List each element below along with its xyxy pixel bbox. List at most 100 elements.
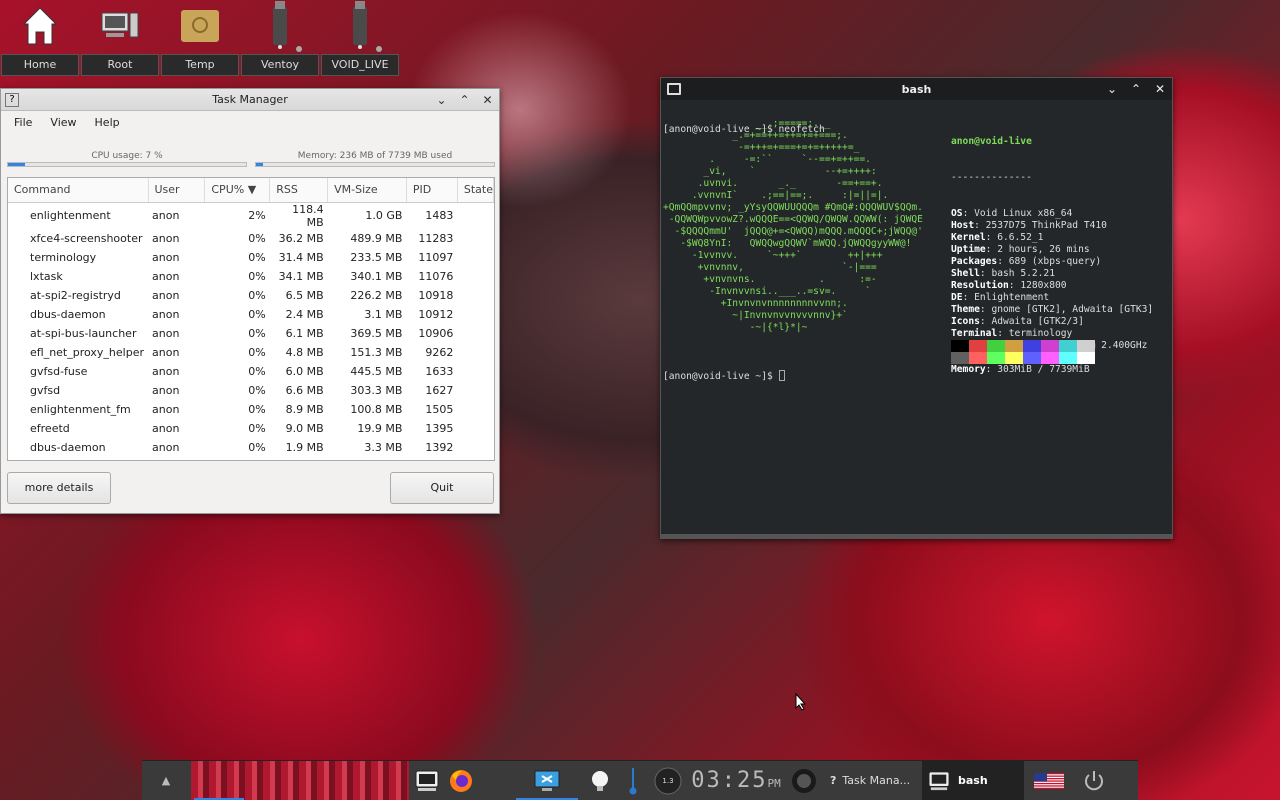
desktop-icon-home[interactable]: Home xyxy=(0,0,80,78)
info-key: Kernel xyxy=(951,232,986,243)
cell-cpu: 0% xyxy=(248,250,266,264)
pager-thumbnails xyxy=(191,760,409,800)
color-palette xyxy=(951,340,1095,364)
cell-command: gvfsd-fuse xyxy=(30,364,88,378)
ascii-line: . -=:`` `--==+=++==. xyxy=(663,154,871,165)
table-row[interactable]: enlightenment_fm anon 0% 8.9 MB 100.8 MB 1505 xyxy=(8,400,494,419)
cell-command: enlightenment_fm xyxy=(30,402,131,416)
launcher-firefox[interactable] xyxy=(444,761,478,800)
table-row[interactable]: terminology anon 0% 31.4 MB 233.5 MB 11097 xyxy=(8,248,494,267)
info-value: : Void Linux x86_64 xyxy=(962,208,1073,219)
cell-user: anon xyxy=(152,307,180,321)
launcher-desktop[interactable] xyxy=(512,761,582,800)
table-row[interactable]: gvfsd anon 0% 6.6 MB 303.3 MB 1627 xyxy=(8,381,494,400)
task-bash[interactable]: bash xyxy=(922,760,1024,800)
cell-command: xfce4-screenshooter xyxy=(30,231,143,245)
info-value: : Adwaita [GTK2/3] xyxy=(979,316,1084,327)
table-row[interactable]: efreetd anon 0% 9.0 MB 19.9 MB 1395 xyxy=(8,419,494,438)
close-button[interactable]: ✕ xyxy=(1148,78,1172,100)
cell-pid: 1633 xyxy=(425,364,454,378)
column-user[interactable]: User xyxy=(148,178,206,203)
desktop-pager[interactable] xyxy=(190,760,410,800)
us-flag-icon xyxy=(1034,772,1064,789)
table-row[interactable]: dbus-daemon anon 0% 2.4 MB 3.1 MB 10912 xyxy=(8,305,494,324)
window-titlebar[interactable]: bash ⌄ ⌃ ✕ xyxy=(661,78,1172,100)
cell-cpu: 2% xyxy=(248,209,266,222)
quit-button[interactable]: Quit xyxy=(390,472,494,504)
column-command[interactable]: Command xyxy=(8,178,149,203)
table-row[interactable]: xfce4-screenshooter anon 0% 36.2 MB 489.9 MB… xyxy=(8,229,494,248)
thermometer-icon xyxy=(629,767,637,794)
clock[interactable]: 03:25PM xyxy=(688,761,784,800)
window-title: bash xyxy=(901,82,932,96)
ascii-line: -$WQ8YnI: QWQQwgQQWV`mWQQ.jQWQQgyyWW@! xyxy=(663,238,912,249)
desktop-icon-void-live[interactable]: VOID_LIVE xyxy=(320,0,400,78)
table-row[interactable]: dbus-launchanon0%1.6 MB4.3 MB1391 xyxy=(8,457,494,461)
column-rss[interactable]: RSS xyxy=(269,178,329,203)
cell-rss: 6.6 MB xyxy=(285,383,324,397)
terminal-window: bash ⌄ ⌃ ✕ [anon@void-live ~]$ neofetch … xyxy=(660,77,1173,539)
close-button[interactable]: ✕ xyxy=(476,89,499,111)
table-row[interactable]: efl_net_proxy_helper anon 0% 4.8 MB 151.3 MB… xyxy=(8,343,494,362)
power-button[interactable] xyxy=(1074,761,1114,800)
more-details-button[interactable]: more details xyxy=(7,472,111,504)
backlight-gadget[interactable] xyxy=(582,761,618,800)
table-row[interactable]: dbus-daemon anon 0% 1.9 MB 3.3 MB 1392 xyxy=(8,438,494,457)
host-line: anon@void-live xyxy=(951,136,1032,147)
column-cpu[interactable]: CPU% ▼ xyxy=(204,178,271,203)
task-task-manager[interactable]: ? Task Mana... xyxy=(824,761,922,800)
desktop-icon-root[interactable]: Root xyxy=(80,0,160,78)
column-vmsize[interactable]: VM-Size xyxy=(327,178,407,203)
cell-pid: 1627 xyxy=(425,383,454,397)
mouse-pointer-icon xyxy=(795,693,807,711)
cell-state xyxy=(457,362,493,381)
ascii-line: +vnvnvns. . :=- xyxy=(663,274,877,285)
column-pid[interactable]: PID xyxy=(406,178,458,203)
window-titlebar[interactable]: ? Task Manager ⌄ ⌃ ✕ xyxy=(1,89,499,111)
keyboard-layout[interactable] xyxy=(1024,761,1074,800)
cell-pid: 1392 xyxy=(425,440,454,454)
cpu-gauge[interactable]: 1.3 xyxy=(648,761,688,800)
table-row[interactable]: enlightenment anon 2% 118.4 MB 1.0 GB 1483 xyxy=(8,202,494,229)
column-state[interactable]: State xyxy=(457,178,494,203)
cell-state xyxy=(457,324,493,343)
info-key: Memory xyxy=(951,364,986,375)
scrollbar[interactable] xyxy=(661,534,1172,538)
table-row[interactable]: lxtask anon 0% 34.1 MB 340.1 MB 11076 xyxy=(8,267,494,286)
ascii-line: -~|{*l}*|~ xyxy=(663,322,808,333)
shade-button[interactable]: ⌄ xyxy=(1100,78,1124,100)
cell-user: anon xyxy=(152,269,180,283)
task-manager-window: ? Task Manager ⌄ ⌃ ✕ File View Help CPU … xyxy=(0,88,500,514)
desktop-icon-temp[interactable]: Temp xyxy=(160,0,240,78)
ascii-line: __.;=====;.__ xyxy=(663,118,831,129)
cell-pid: 1483 xyxy=(425,209,454,222)
cell-user: anon xyxy=(152,209,180,222)
usb-drive-icon xyxy=(320,0,400,52)
table-row[interactable]: at-spi-bus-launcher anon 0% 6.1 MB 369.5 MB 1… xyxy=(8,324,494,343)
desktop-icon-ventoy[interactable]: Ventoy xyxy=(240,0,320,78)
music-control[interactable] xyxy=(784,761,824,800)
cell-user: anon xyxy=(152,364,180,378)
memory-usage-bar xyxy=(255,162,495,167)
folder-clock-icon xyxy=(160,0,240,52)
terminal-output[interactable]: [anon@void-live ~]$ neofetch __.;=====;.… xyxy=(663,100,1170,534)
menu-view[interactable]: View xyxy=(41,116,85,129)
maximize-button[interactable]: ⌃ xyxy=(1124,78,1148,100)
info-line: DE: Enlightenment xyxy=(951,292,1153,304)
menu-file[interactable]: File xyxy=(5,116,41,129)
cell-rss: 1.6 MB xyxy=(270,457,328,461)
cell-pid: 1395 xyxy=(425,421,454,435)
text-cursor xyxy=(778,370,785,381)
table-row[interactable]: gvfsd-fuse anon 0% 6.0 MB 445.5 MB 1633 xyxy=(8,362,494,381)
temperature-gadget[interactable] xyxy=(618,761,648,800)
table-row[interactable]: at-spi2-registryd anon 0% 6.5 MB 226.2 MB 109… xyxy=(8,286,494,305)
maximize-button[interactable]: ⌃ xyxy=(453,89,476,111)
shade-button[interactable]: ⌄ xyxy=(430,89,453,111)
launcher-terminal[interactable] xyxy=(410,761,444,800)
taskbar-menu-button[interactable]: ▲ xyxy=(142,761,190,800)
process-table[interactable]: Command User CPU% ▼ RSS VM-Size PID Stat… xyxy=(7,177,495,461)
cell-pid: 10906 xyxy=(418,326,454,340)
menu-help[interactable]: Help xyxy=(86,116,129,129)
info-key: Host xyxy=(951,220,975,231)
info-key: Terminal xyxy=(951,328,998,339)
